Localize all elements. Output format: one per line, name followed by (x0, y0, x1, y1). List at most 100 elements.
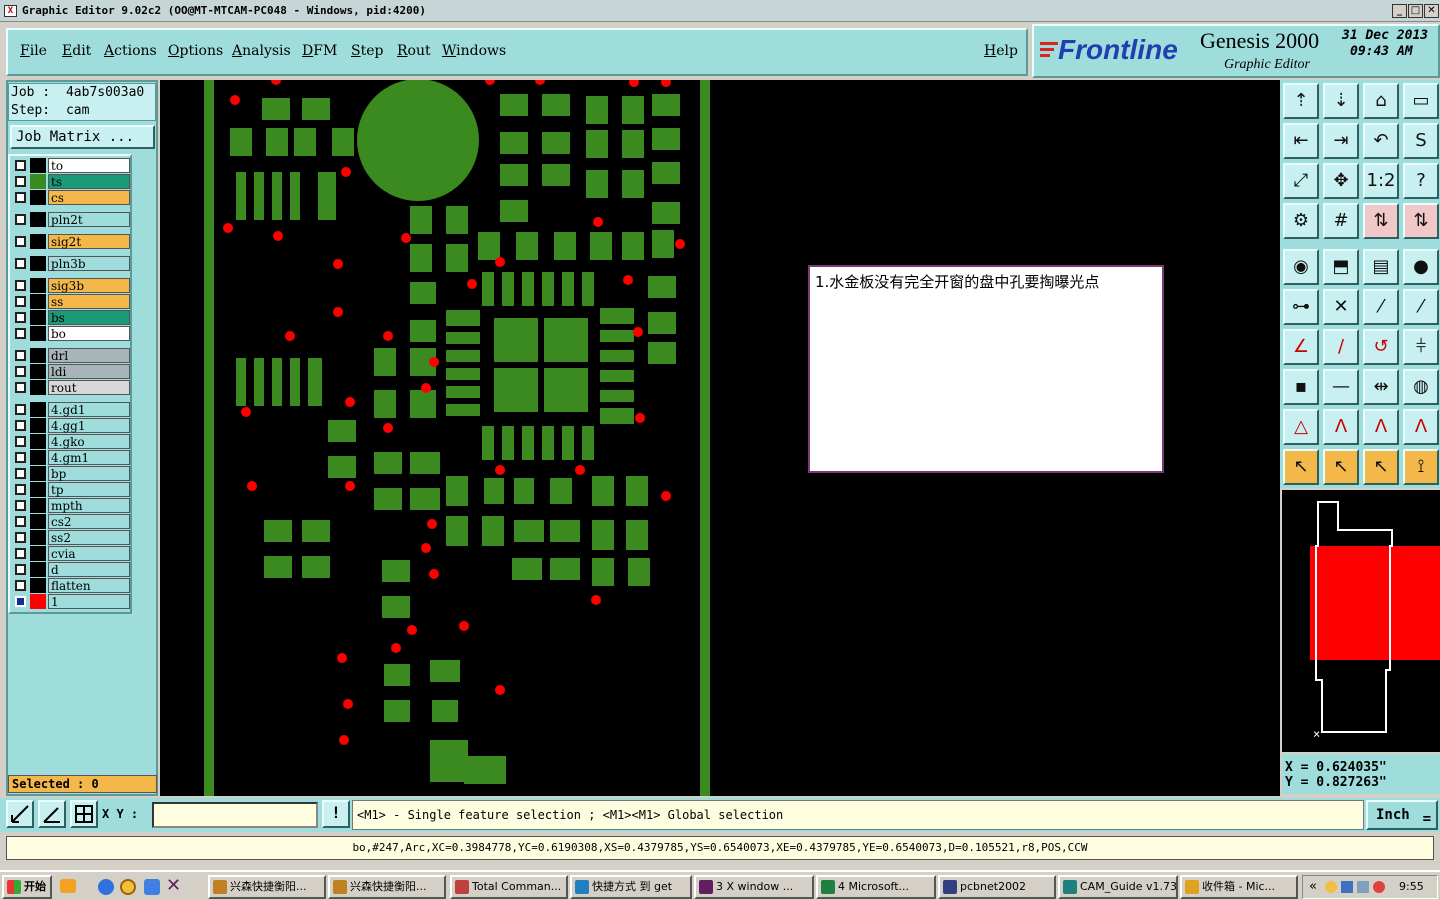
layer-row-cvia[interactable]: cvia (12, 546, 130, 561)
taskbar-item[interactable]: 快捷方式 到 get (570, 875, 692, 899)
layer-checkbox[interactable] (15, 564, 26, 575)
layer-checkbox[interactable] (15, 160, 26, 171)
layer-name[interactable]: sig2t (48, 234, 130, 249)
layer-color-swatch[interactable] (30, 578, 46, 593)
layer-row-ts[interactable]: ts (12, 174, 130, 189)
layer-color-swatch[interactable] (30, 256, 46, 271)
layer-name[interactable]: cs2 (48, 514, 130, 529)
layer-color-swatch[interactable] (30, 310, 46, 325)
menu-edit[interactable]: Edit (62, 43, 91, 59)
layer-checkbox[interactable] (15, 468, 26, 479)
layer-name[interactable]: cs (48, 190, 130, 205)
menu-help[interactable]: Help (984, 43, 1018, 59)
layer-color-swatch[interactable] (30, 418, 46, 433)
layer-name[interactable]: ldi (48, 364, 130, 379)
minimap[interactable]: × (1282, 490, 1440, 752)
tool-button-pointer-circle[interactable]: ↖ (1363, 449, 1399, 485)
layer-row-ss[interactable]: ss (12, 294, 130, 309)
layer-name[interactable]: to (48, 158, 130, 173)
layer-color-swatch[interactable] (30, 294, 46, 309)
tool-button-help[interactable]: ? (1403, 163, 1439, 199)
layer-checkbox[interactable] (15, 192, 26, 203)
layer-color-swatch[interactable] (30, 380, 46, 395)
tool-button-layers-red[interactable]: ⇅ (1363, 203, 1399, 239)
taskbar-item[interactable]: 4 Microsoft... (816, 875, 936, 899)
tool-button-minus[interactable]: — (1323, 369, 1359, 405)
tool-button-angle[interactable]: ∠ (1283, 329, 1319, 365)
taskbar-item[interactable]: 收件箱 - Mic... (1180, 875, 1298, 899)
taskbar-item[interactable]: 3 X window ... (694, 875, 814, 899)
tool-button-pointer[interactable]: ↖ (1283, 449, 1319, 485)
layer-color-swatch[interactable] (30, 546, 46, 561)
layer-color-swatch[interactable] (30, 212, 46, 227)
tool-button-grid[interactable]: # (1323, 203, 1359, 239)
unit-selector[interactable]: Inch = (1366, 800, 1438, 830)
tool-button-home[interactable]: ⌂ (1363, 83, 1399, 119)
taskbar-item[interactable]: 兴森快捷衡阳... (328, 875, 446, 899)
start-button[interactable]: 开始 (2, 875, 52, 899)
layer-color-swatch[interactable] (30, 562, 46, 577)
layer-checkbox[interactable] (15, 404, 26, 415)
tool-button-triangle-a-2[interactable]: Λ (1363, 409, 1399, 445)
taskbar-item[interactable]: CAM_Guide v1.73 (1058, 875, 1178, 899)
layer-name[interactable]: pln2t (48, 212, 130, 227)
layer-row-ldi[interactable]: ldi (12, 364, 130, 379)
layer-row-sig3b[interactable]: sig3b (12, 278, 130, 293)
layer-name[interactable]: pln3b (48, 256, 130, 271)
tray-app-icon[interactable] (1373, 881, 1385, 893)
layer-color-swatch[interactable] (30, 498, 46, 513)
layer-row-pln3b[interactable]: pln3b (12, 256, 130, 271)
layer-row-drl[interactable]: drl (12, 348, 130, 363)
tool-button-window[interactable]: ▭ (1403, 83, 1439, 119)
layer-row-bp[interactable]: bp (12, 466, 130, 481)
x-window-icon[interactable]: ✕ (166, 875, 181, 896)
layer-checkbox[interactable] (15, 452, 26, 463)
layer-row-pln2t[interactable]: pln2t (12, 212, 130, 227)
layer-name[interactable]: sig3b (48, 278, 130, 293)
tool-button-snap[interactable]: ⚙ (1283, 203, 1319, 239)
layer-color-swatch[interactable] (30, 482, 46, 497)
tool-button-layers-red-2[interactable]: ⇅ (1403, 203, 1439, 239)
grid-button[interactable] (70, 800, 98, 828)
layer-checkbox[interactable] (15, 328, 26, 339)
tool-button-edit-down[interactable]: ⇣ (1323, 83, 1359, 119)
layer-checkbox[interactable] (15, 296, 26, 307)
layer-checkbox[interactable] (15, 436, 26, 447)
tool-button-one-to-two[interactable]: 1:2 (1363, 163, 1399, 199)
layer-checkbox[interactable] (15, 280, 26, 291)
tool-button-zoom-center[interactable]: ✥ (1323, 163, 1359, 199)
menu-options[interactable]: Options (168, 43, 223, 59)
layer-name[interactable]: mpth (48, 498, 130, 513)
layer-color-swatch[interactable] (30, 190, 46, 205)
layer-name[interactable]: 4.gko (48, 434, 130, 449)
layer-name[interactable]: d (48, 562, 130, 577)
layer-color-swatch[interactable] (30, 594, 46, 609)
layer-name[interactable]: bo (48, 326, 130, 341)
tool-button-triangle-a[interactable]: Λ (1323, 409, 1359, 445)
menu-step[interactable]: Step (351, 43, 383, 59)
tool-button-circle[interactable]: ● (1403, 249, 1439, 285)
layer-row-to[interactable]: to (12, 158, 130, 173)
measure-button[interactable] (38, 800, 66, 828)
layer-color-swatch[interactable] (30, 450, 46, 465)
layer-name[interactable]: drl (48, 348, 130, 363)
menu-windows[interactable]: Windows (442, 43, 506, 59)
layer-row-bo[interactable]: bo (12, 326, 130, 341)
layer-row-cs[interactable]: cs (12, 190, 130, 205)
tool-button-triangle[interactable]: △ (1283, 409, 1319, 445)
layer-name[interactable]: 1 (48, 594, 130, 609)
layer-row-sig2t[interactable]: sig2t (12, 234, 130, 249)
layer-name[interactable]: bp (48, 466, 130, 481)
layer-checkbox[interactable] (15, 596, 26, 607)
layer-checkbox[interactable] (15, 532, 26, 543)
layer-name[interactable]: 4.gg1 (48, 418, 130, 433)
layer-checkbox[interactable] (15, 548, 26, 559)
taskbar-item[interactable]: 兴森快捷衡阳... (208, 875, 326, 899)
layer-name[interactable]: flatten (48, 578, 130, 593)
layer-checkbox[interactable] (15, 484, 26, 495)
menu-actions[interactable]: Actions (104, 43, 157, 59)
layer-row-mpth[interactable]: mpth (12, 498, 130, 513)
layer-name[interactable]: cvia (48, 546, 130, 561)
tool-button-pointer-steps[interactable]: ⟟ (1403, 449, 1439, 485)
tool-button-pan-left[interactable]: ⇤ (1283, 123, 1319, 159)
